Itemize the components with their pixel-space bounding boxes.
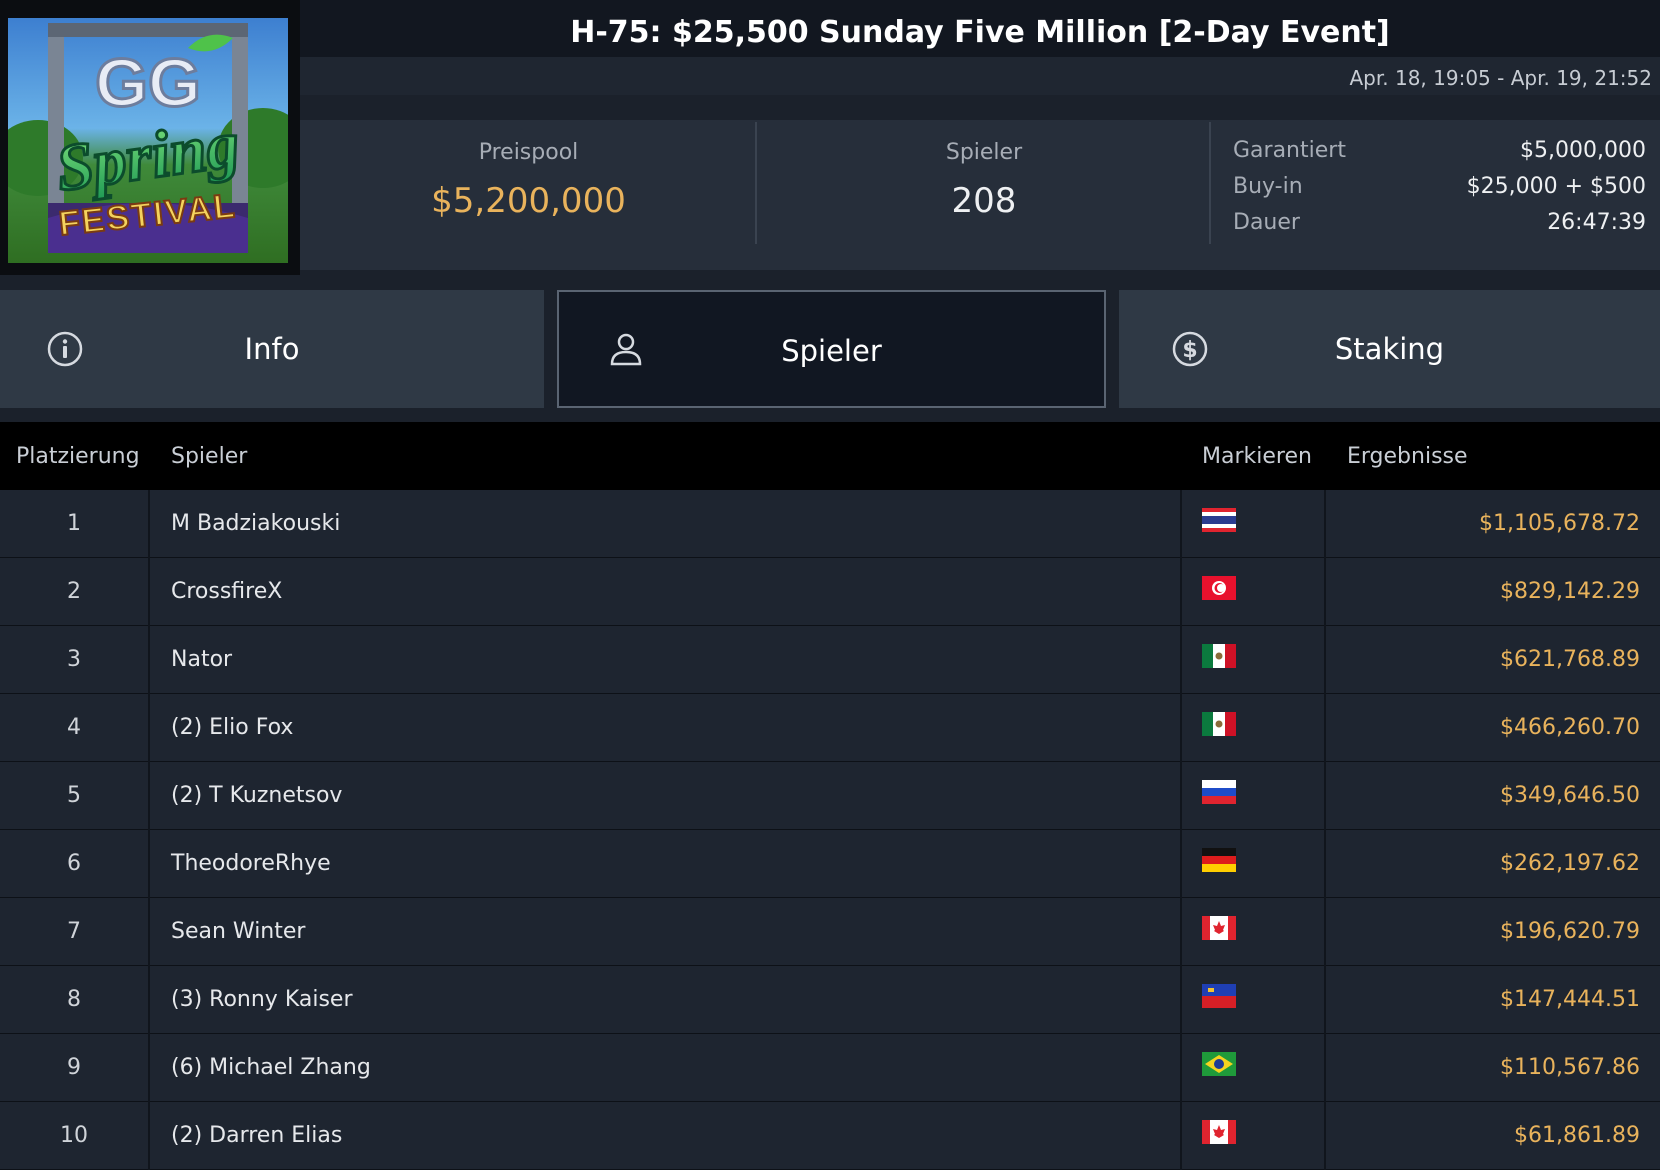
rank-cell: 8 xyxy=(0,966,150,1034)
rank-cell: 1 xyxy=(0,490,150,558)
stats-spacer xyxy=(300,95,1660,120)
canada-flag-icon xyxy=(1202,916,1236,940)
column-header-player[interactable]: Spieler xyxy=(171,422,247,490)
rank-cell: 10 xyxy=(0,1102,150,1170)
result-value: $61,861.89 xyxy=(1514,1123,1640,1148)
date-range: Apr. 18, 19:05 - Apr. 19, 21:52 xyxy=(1349,66,1653,90)
flag-cell xyxy=(1180,490,1326,558)
flag-cell xyxy=(1180,1102,1326,1170)
event-logo: GG Spring FESTIVAL xyxy=(0,0,300,275)
player-name[interactable]: (2) Darren Elias xyxy=(171,1102,342,1170)
player-name[interactable]: (3) Ronny Kaiser xyxy=(171,966,353,1034)
flag-cell xyxy=(1180,1034,1326,1102)
result-value: $196,620.79 xyxy=(1500,919,1640,944)
guaranteed-value: $5,000,000 xyxy=(1520,137,1646,163)
tournament-title: H-75: $25,500 Sunday Five Million [2-Day… xyxy=(570,15,1390,50)
player-name[interactable]: Sean Winter xyxy=(171,898,305,966)
flag-cell xyxy=(1180,626,1326,694)
tab-spieler-label: Spieler xyxy=(781,334,882,368)
tab-spieler[interactable]: Spieler xyxy=(557,290,1106,408)
germany-flag-icon xyxy=(1202,848,1236,872)
results-table-body: 1 M Badziakouski $1,105,678.72 2 Crossfi… xyxy=(0,490,1660,1170)
buyin-row: Buy-in $25,000 + $500 xyxy=(1233,168,1646,204)
rank-cell: 4 xyxy=(0,694,150,762)
section-divider xyxy=(0,408,1660,422)
column-header-results[interactable]: Ergebnisse xyxy=(1347,422,1468,490)
flag-cell xyxy=(1180,898,1326,966)
result-value: $1,105,678.72 xyxy=(1479,511,1640,536)
rank-cell: 6 xyxy=(0,830,150,898)
tournament-meta: Garantiert $5,000,000 Buy-in $25,000 + $… xyxy=(1211,120,1660,270)
thailand-flag-icon xyxy=(1202,508,1236,532)
result-value: $349,646.50 xyxy=(1500,783,1640,808)
liechtenstein-flag-icon xyxy=(1202,984,1236,1008)
table-row[interactable]: 9 (6) Michael Zhang $110,567.86 xyxy=(0,1034,1660,1102)
spring-festival-logo: GG Spring FESTIVAL xyxy=(8,18,288,263)
rank-cell: 9 xyxy=(0,1034,150,1102)
prizepool-stat: Preispool $5,200,000 xyxy=(300,120,757,270)
column-header-rank[interactable]: Platzierung xyxy=(16,422,140,490)
table-row[interactable]: 2 CrossfireX $829,142.29 xyxy=(0,558,1660,626)
flag-cell xyxy=(1180,694,1326,762)
stats-panel: Preispool $5,200,000 Spieler 208 Garanti… xyxy=(300,120,1660,270)
tunisia-flag-icon xyxy=(1202,576,1236,600)
tab-staking[interactable]: $ Staking xyxy=(1119,290,1660,408)
flag-cell xyxy=(1180,558,1326,626)
result-value: $147,444.51 xyxy=(1500,987,1640,1012)
column-header-flag[interactable]: Markieren xyxy=(1202,422,1312,490)
prizepool-label: Preispool xyxy=(478,140,579,165)
player-name[interactable]: TheodoreRhye xyxy=(171,830,331,898)
player-name[interactable]: M Badziakouski xyxy=(171,490,340,558)
player-name[interactable]: (6) Michael Zhang xyxy=(171,1034,371,1102)
tab-info-label: Info xyxy=(244,332,300,366)
result-value: $262,197.62 xyxy=(1500,851,1640,876)
player-name[interactable]: CrossfireX xyxy=(171,558,282,626)
players-label: Spieler xyxy=(945,140,1023,165)
result-value: $621,768.89 xyxy=(1500,647,1640,672)
buyin-value: $25,000 + $500 xyxy=(1466,173,1646,199)
buyin-label: Buy-in xyxy=(1233,173,1303,199)
russia-flag-icon xyxy=(1202,780,1236,804)
player-name[interactable]: Nator xyxy=(171,626,232,694)
table-row[interactable]: 4 (2) Elio Fox $466,260.70 xyxy=(0,694,1660,762)
tab-info[interactable]: Info xyxy=(0,290,544,408)
duration-label: Dauer xyxy=(1233,209,1300,235)
player-name[interactable]: (2) Elio Fox xyxy=(171,694,293,762)
mexico-flag-icon xyxy=(1202,644,1236,668)
duration-row: Dauer 26:47:39 xyxy=(1233,204,1646,240)
logo-gg-text: GG xyxy=(95,45,201,121)
brazil-flag-icon xyxy=(1202,1052,1236,1076)
results-table-header: Platzierung Spieler Markieren Ergebnisse xyxy=(0,422,1660,490)
table-row[interactable]: 8 (3) Ronny Kaiser $147,444.51 xyxy=(0,966,1660,1034)
players-value: 208 xyxy=(951,181,1017,221)
tab-bar: Info Spieler $ Staking xyxy=(0,290,1660,408)
table-row[interactable]: 5 (2) T Kuznetsov $349,646.50 xyxy=(0,762,1660,830)
duration-value: 26:47:39 xyxy=(1547,209,1646,235)
rank-cell: 5 xyxy=(0,762,150,830)
rank-cell: 7 xyxy=(0,898,150,966)
table-row[interactable]: 1 M Badziakouski $1,105,678.72 xyxy=(0,490,1660,558)
flag-cell xyxy=(1180,762,1326,830)
guaranteed-row: Garantiert $5,000,000 xyxy=(1233,132,1646,168)
rank-cell: 3 xyxy=(0,626,150,694)
rank-cell: 2 xyxy=(0,558,150,626)
mexico-flag-icon xyxy=(1202,712,1236,736)
result-value: $110,567.86 xyxy=(1500,1055,1640,1080)
table-row[interactable]: 7 Sean Winter $196,620.79 xyxy=(0,898,1660,966)
table-row[interactable]: 3 Nator $621,768.89 xyxy=(0,626,1660,694)
flag-cell xyxy=(1180,830,1326,898)
flag-cell xyxy=(1180,966,1326,1034)
players-stat: Spieler 208 xyxy=(757,120,1211,270)
prizepool-value: $5,200,000 xyxy=(431,181,626,221)
result-value: $829,142.29 xyxy=(1500,579,1640,604)
canada-flag-icon xyxy=(1202,1120,1236,1144)
player-name[interactable]: (2) T Kuznetsov xyxy=(171,762,342,830)
table-row[interactable]: 10 (2) Darren Elias $61,861.89 xyxy=(0,1102,1660,1170)
result-value: $466,260.70 xyxy=(1500,715,1640,740)
tab-staking-label: Staking xyxy=(1334,332,1445,366)
guaranteed-label: Garantiert xyxy=(1233,137,1346,163)
table-row[interactable]: 6 TheodoreRhye $262,197.62 xyxy=(0,830,1660,898)
